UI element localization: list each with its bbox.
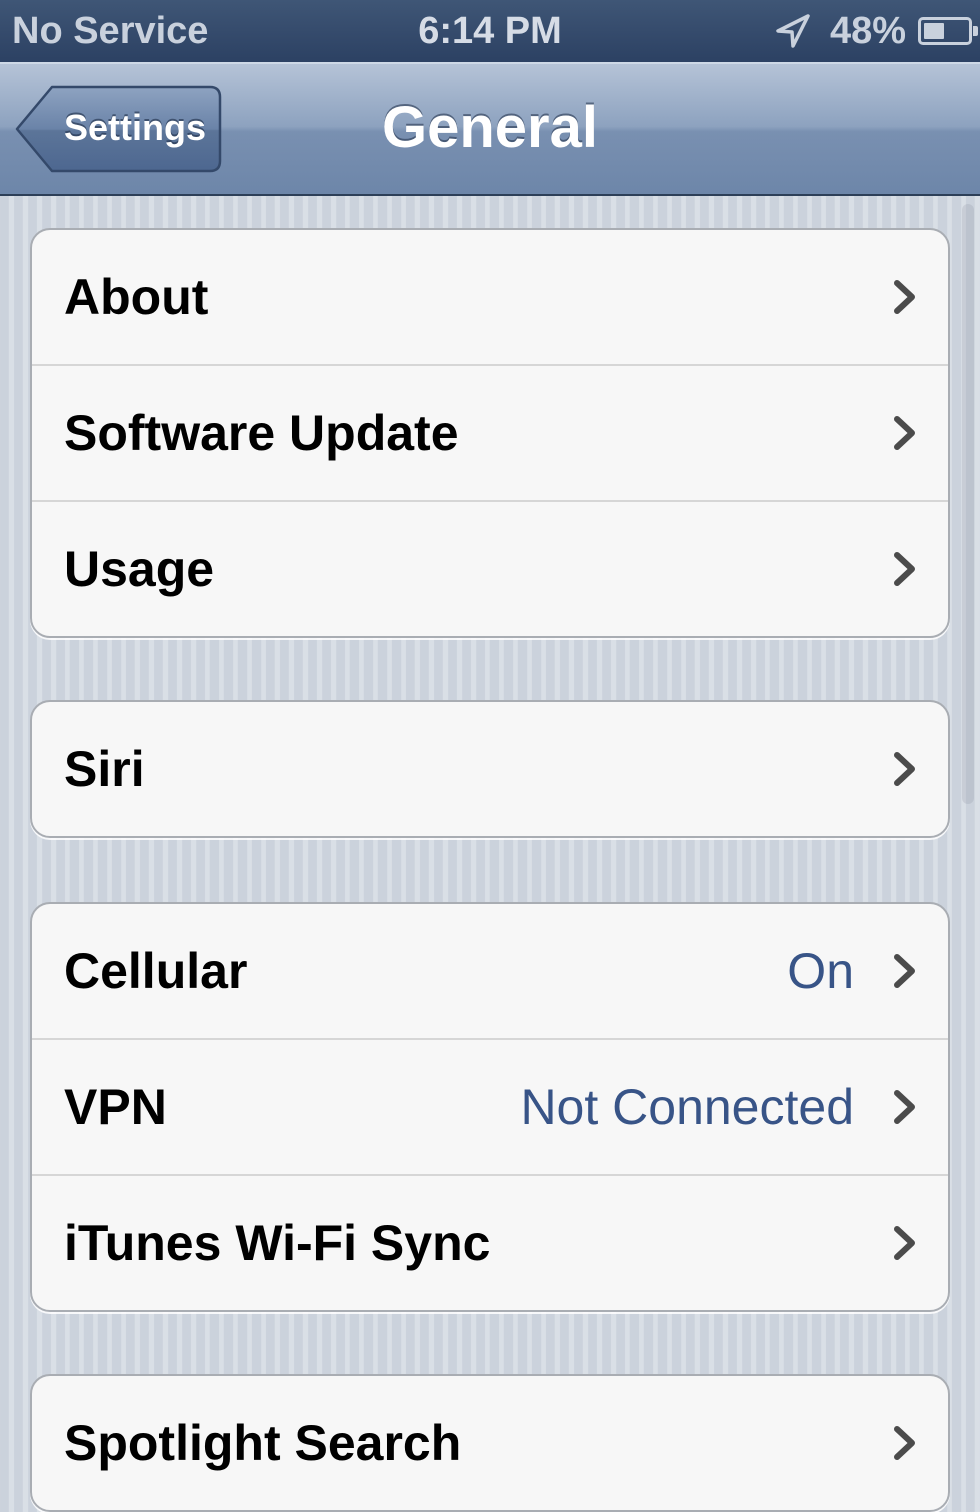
navigation-bar: Settings General — [0, 62, 980, 196]
row-label: VPN — [64, 1079, 167, 1135]
battery-icon — [918, 17, 978, 45]
row-value: Not Connected — [520, 1079, 854, 1135]
location-arrow-icon — [776, 14, 810, 48]
page-title: General — [382, 95, 598, 160]
row-software-update[interactable]: Software Update — [32, 366, 948, 502]
row-label: Software Update — [64, 405, 459, 461]
row-label: Siri — [64, 741, 145, 797]
settings-list[interactable]: About Software Update Usage Siri Cellula… — [0, 196, 980, 1512]
row-siri[interactable]: Siri — [32, 702, 948, 836]
settings-group-about: About Software Update Usage — [30, 228, 950, 638]
row-label: iTunes Wi-Fi Sync — [64, 1215, 491, 1271]
row-value: On — [787, 943, 854, 999]
row-label: About — [64, 269, 209, 325]
row-cellular[interactable]: Cellular On — [32, 904, 948, 1040]
row-about[interactable]: About — [32, 230, 948, 366]
settings-group-siri: Siri — [30, 700, 950, 838]
row-label: Cellular — [64, 943, 248, 999]
settings-group-network: Cellular On VPN Not Connected iTunes Wi-… — [30, 902, 950, 1312]
chevron-right-icon — [894, 1426, 915, 1460]
chevron-right-icon — [894, 752, 915, 786]
row-usage[interactable]: Usage — [32, 502, 948, 636]
battery-level-fill — [924, 23, 944, 39]
row-vpn[interactable]: VPN Not Connected — [32, 1040, 948, 1176]
battery-percent: 48% — [829, 10, 906, 52]
chevron-right-icon — [894, 1090, 915, 1124]
row-itunes-wifi-sync[interactable]: iTunes Wi-Fi Sync — [32, 1176, 948, 1310]
chevron-right-icon — [894, 1226, 915, 1260]
chevron-right-icon — [894, 280, 915, 314]
row-label: Spotlight Search — [64, 1415, 462, 1471]
row-spotlight-search[interactable]: Spotlight Search — [32, 1376, 948, 1510]
status-bar: No Service 6:14 PM 48% — [0, 0, 980, 62]
chevron-right-icon — [894, 416, 915, 450]
status-indicators: 48% — [774, 10, 978, 52]
chevron-right-icon — [894, 552, 915, 586]
row-label: Usage — [64, 541, 215, 597]
chevron-right-icon — [894, 954, 915, 988]
settings-group-spotlight: Spotlight Search — [30, 1374, 950, 1512]
battery-nub — [973, 26, 978, 36]
scroll-indicator[interactable] — [962, 204, 974, 804]
